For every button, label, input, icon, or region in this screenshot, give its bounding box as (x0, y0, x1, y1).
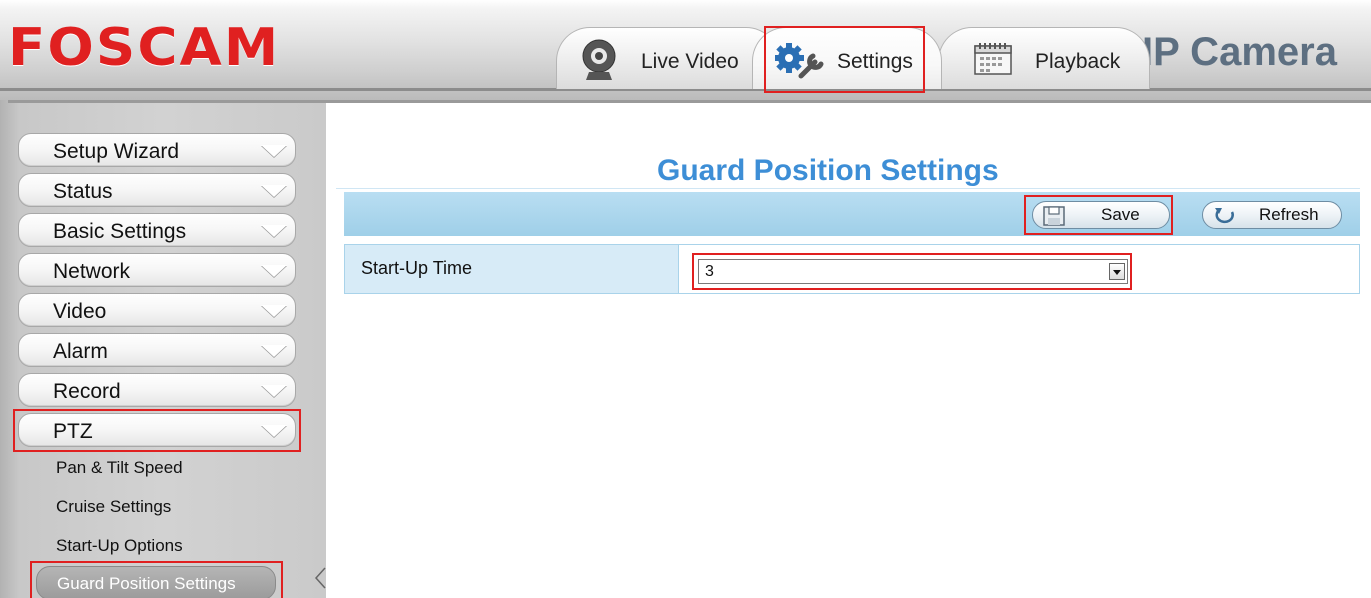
tab-settings-label: Settings (837, 50, 913, 73)
sidebar-item-network[interactable]: Network (18, 253, 296, 287)
sidebar-item-alarm[interactable]: Alarm (18, 333, 296, 367)
sidebar-subitem-cruise-settings[interactable]: Cruise Settings (56, 497, 171, 517)
content-divider (326, 100, 1371, 103)
tab-settings[interactable]: Settings (752, 27, 942, 89)
sidebar-item-label: Video (53, 300, 107, 323)
chevron-down-icon (261, 345, 287, 357)
refresh-icon (1213, 206, 1237, 231)
chevron-down-icon (261, 185, 287, 197)
app-root: FOSCAM IP Camera Playback Live Video Set… (0, 0, 1371, 598)
sidebar-item-ptz[interactable]: PTZ (18, 413, 296, 447)
tab-live-video-label: Live Video (641, 50, 739, 73)
sidebar-item-label: PTZ (53, 420, 93, 443)
sidebar-subitem-guard-position-settings[interactable]: Guard Position Settings (36, 566, 276, 598)
sidebar-item-status[interactable]: Status (18, 173, 296, 207)
startup-time-label-cell: Start-Up Time (345, 245, 679, 293)
sidebar-item-record[interactable]: Record (18, 373, 296, 407)
floppy-disk-icon (1043, 206, 1065, 231)
refresh-button-label: Refresh (1259, 205, 1319, 224)
webcam-icon (579, 38, 619, 87)
refresh-button[interactable]: Refresh (1202, 201, 1342, 229)
dropdown-arrow-icon[interactable] (1109, 263, 1125, 280)
chevron-down-icon (261, 385, 287, 397)
chevron-down-icon (261, 225, 287, 237)
foscam-logo: FOSCAM (8, 18, 281, 78)
tab-playback[interactable]: Playback (938, 27, 1150, 89)
sidebar-subitem-start-up-options[interactable]: Start-Up Options (56, 536, 183, 556)
tab-live-video[interactable]: Live Video (556, 27, 780, 89)
startup-time-select[interactable]: 3 (698, 259, 1128, 284)
collapse-sidebar-icon[interactable] (314, 566, 326, 598)
calendar-icon (973, 42, 1013, 81)
save-button[interactable]: Save (1032, 201, 1170, 229)
sidebar-item-label: Basic Settings (53, 220, 187, 243)
startup-time-value: 3 (705, 263, 714, 280)
sidebar-item-label: Alarm (53, 340, 108, 363)
brand-title: IP Camera (1142, 30, 1337, 74)
tab-playback-label: Playback (1035, 50, 1121, 73)
chevron-down-icon (261, 425, 287, 437)
startup-time-label: Start-Up Time (361, 258, 473, 278)
chevron-down-icon (261, 265, 287, 277)
sidebar-item-basic-settings[interactable]: Basic Settings (18, 213, 296, 247)
sidebar-item-setup-wizard[interactable]: Setup Wizard (18, 133, 296, 167)
sidebar-item-label: Record (53, 380, 121, 403)
sidebar-subitem-label: Guard Position Settings (57, 574, 236, 593)
chevron-down-icon (261, 305, 287, 317)
sidebar-subitem-pan-tilt-speed[interactable]: Pan & Tilt Speed (56, 458, 183, 478)
chevron-down-icon (261, 145, 287, 157)
gear-wrench-icon (774, 42, 829, 87)
sidebar-item-label: Setup Wizard (53, 140, 180, 163)
page-title: Guard Position Settings (657, 154, 999, 187)
sidebar-divider (8, 100, 326, 103)
sidebar-item-label: Status (53, 180, 113, 203)
title-divider (336, 188, 1360, 189)
sidebar-item-video[interactable]: Video (18, 293, 296, 327)
sidebar-item-label: Network (53, 260, 131, 283)
save-button-label: Save (1101, 205, 1140, 224)
